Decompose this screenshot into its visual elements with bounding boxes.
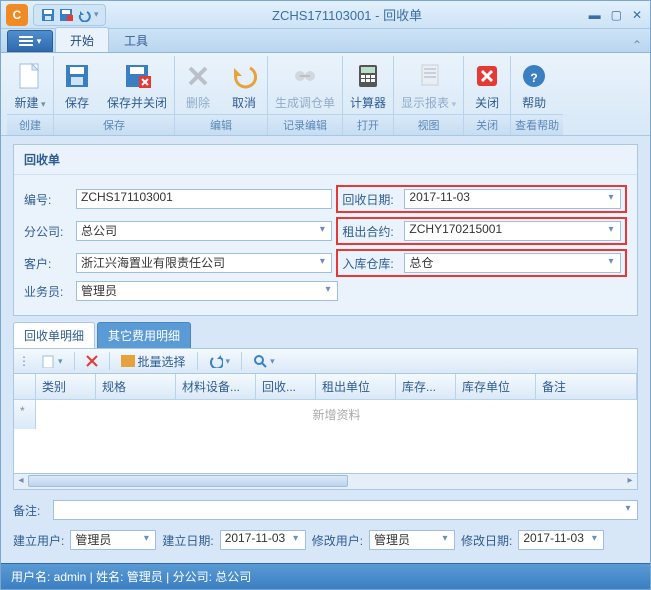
save-button[interactable]: 保存 bbox=[54, 56, 100, 114]
label-createuser: 建立用户: bbox=[13, 532, 64, 549]
app-menu-button[interactable]: ▾ bbox=[7, 30, 53, 52]
panel-title: 回收单 bbox=[14, 145, 637, 175]
save-close-icon[interactable] bbox=[58, 7, 74, 23]
close-window-button[interactable]: ✕ bbox=[632, 8, 642, 22]
grid-header: 类别 规格 材料设备... 回收... 租出单位 库存... 库存单位 备注 bbox=[14, 374, 637, 400]
footer-fields: 建立用户: 管理员▾ 建立日期: 2017-11-03▾ 修改用户: 管理员▾ … bbox=[13, 530, 638, 550]
help-button[interactable]: ?帮助 bbox=[511, 56, 557, 114]
group-save: 保存 bbox=[54, 114, 174, 135]
tab-detail-main[interactable]: 回收单明细 bbox=[13, 322, 95, 348]
group-view: 视图 bbox=[394, 114, 463, 135]
calc-button[interactable]: 计算器 bbox=[343, 56, 393, 114]
label-contract: 租出合约: bbox=[342, 223, 400, 240]
delete-row-button[interactable] bbox=[79, 351, 105, 371]
maximize-button[interactable]: ▢ bbox=[611, 8, 622, 22]
batch-select-button[interactable]: 批量选择 bbox=[114, 351, 193, 371]
group-edit: 编辑 bbox=[175, 114, 267, 135]
dropdown-icon[interactable]: ▾ bbox=[321, 284, 335, 298]
col-stockunit[interactable]: 库存单位 bbox=[456, 374, 536, 399]
col-material[interactable]: 材料设备... bbox=[176, 374, 256, 399]
input-date[interactable]: 2017-11-03▾ bbox=[404, 189, 621, 209]
scroll-right-icon[interactable]: ▸ bbox=[623, 474, 637, 488]
titlebar: C ▾ ZCHS171103001 - 回收单 ▬ ▢ ✕ bbox=[1, 1, 650, 29]
label-date: 回收日期: bbox=[342, 191, 400, 208]
dropdown-icon[interactable]: ▾ bbox=[604, 192, 618, 206]
dropdown-icon[interactable]: ▾ bbox=[315, 224, 329, 238]
tab-detail-other[interactable]: 其它费用明细 bbox=[97, 322, 191, 348]
dropdown-icon[interactable]: ▾ bbox=[621, 503, 635, 517]
ribbon: 新建 ▾ 创建 保存 保存并关闭 保存 删除 取消 编辑 生成调仓单 记录编辑 … bbox=[1, 53, 650, 136]
input-createuser[interactable]: 管理员▾ bbox=[70, 530, 156, 550]
group-create: 创建 bbox=[7, 114, 53, 135]
status-bar: 用户名: admin | 姓名: 管理员 | 分公司: 总公司 bbox=[1, 563, 650, 589]
scroll-thumb[interactable] bbox=[28, 475, 348, 487]
label-remark: 备注: bbox=[13, 502, 49, 519]
tab-start[interactable]: 开始 bbox=[55, 27, 109, 52]
col-category[interactable]: 类别 bbox=[36, 374, 96, 399]
col-remark[interactable]: 备注 bbox=[536, 374, 637, 399]
input-modifyuser[interactable]: 管理员▾ bbox=[369, 530, 455, 550]
col-spec[interactable]: 规格 bbox=[96, 374, 176, 399]
dropdown-icon[interactable]: ▾ bbox=[604, 256, 618, 270]
label-warehouse: 入库仓库: bbox=[342, 255, 400, 272]
add-row-button[interactable]: ▾ bbox=[34, 351, 70, 371]
show-report-button[interactable]: 显示报表 ▾ bbox=[394, 56, 463, 114]
detail-tabs: 回收单明细 其它费用明细 bbox=[13, 322, 638, 348]
undo-icon[interactable] bbox=[76, 7, 92, 23]
ribbon-tabs: ▾ 开始 工具 ⌃ bbox=[1, 29, 650, 53]
input-customer[interactable]: 浙江兴海置业有限责任公司▾ bbox=[76, 253, 332, 273]
col-rentunit[interactable]: 租出单位 bbox=[316, 374, 396, 399]
label-createdate: 建立日期: bbox=[162, 532, 213, 549]
input-clerk[interactable]: 管理员▾ bbox=[76, 281, 338, 301]
new-button[interactable]: 新建 ▾ bbox=[7, 56, 53, 114]
col-stock[interactable]: 库存... bbox=[396, 374, 456, 399]
close-button[interactable]: 关闭 bbox=[464, 56, 510, 114]
qat-dropdown-icon[interactable]: ▾ bbox=[94, 9, 99, 20]
delete-button[interactable]: 删除 bbox=[175, 56, 221, 114]
input-contract[interactable]: ZCHY170215001▾ bbox=[404, 221, 621, 241]
col-recycle[interactable]: 回收... bbox=[256, 374, 316, 399]
group-help: 查看帮助 bbox=[511, 114, 563, 135]
label-modifydate: 修改日期: bbox=[461, 532, 512, 549]
app-icon: C bbox=[6, 4, 28, 26]
detail-grid[interactable]: 类别 规格 材料设备... 回收... 租出单位 库存... 库存单位 备注 *… bbox=[13, 374, 638, 474]
search-button[interactable]: ▾ bbox=[246, 351, 282, 371]
grid-new-row[interactable]: 新增资料 bbox=[36, 400, 637, 429]
label-modifyuser: 修改用户: bbox=[312, 532, 363, 549]
save-icon[interactable] bbox=[40, 7, 56, 23]
input-warehouse[interactable]: 总仓▾ bbox=[404, 253, 621, 273]
dropdown-icon[interactable]: ▾ bbox=[604, 224, 618, 238]
svg-text:?: ? bbox=[530, 71, 537, 85]
cancel-button[interactable]: 取消 bbox=[221, 56, 267, 114]
grid-hscrollbar[interactable]: ◂ ▸ bbox=[13, 474, 638, 490]
grid-toolbar: ⋮ ▾ 批量选择 ▾ ▾ bbox=[13, 348, 638, 374]
window-title: ZCHS171103001 - 回收单 bbox=[106, 5, 589, 24]
ribbon-collapse-icon[interactable]: ⌃ bbox=[632, 38, 642, 52]
scroll-left-icon[interactable]: ◂ bbox=[14, 474, 28, 488]
toolbar-spacer-icon: ⋮ bbox=[18, 354, 30, 368]
input-createdate[interactable]: 2017-11-03▾ bbox=[220, 530, 306, 550]
group-close: 关闭 bbox=[464, 114, 510, 135]
label-clerk: 业务员: bbox=[24, 283, 72, 300]
input-no[interactable]: ZCHS171103001 bbox=[76, 189, 332, 209]
group-open: 打开 bbox=[343, 114, 393, 135]
refresh-button[interactable]: ▾ bbox=[202, 351, 238, 371]
form-panel: 回收单 编号: ZCHS171103001 回收日期: 2017-11-03▾ … bbox=[13, 144, 638, 316]
minimize-button[interactable]: ▬ bbox=[589, 8, 601, 22]
label-customer: 客户: bbox=[24, 255, 72, 272]
quick-access-toolbar: ▾ bbox=[33, 4, 106, 26]
input-remark[interactable]: ▾ bbox=[53, 500, 638, 520]
dropdown-icon[interactable]: ▾ bbox=[315, 256, 329, 270]
label-no: 编号: bbox=[24, 191, 72, 208]
input-modifydate[interactable]: 2017-11-03▾ bbox=[518, 530, 604, 550]
tab-tools[interactable]: 工具 bbox=[109, 27, 163, 52]
gen-transfer-button[interactable]: 生成调仓单 bbox=[268, 56, 342, 114]
save-close-button[interactable]: 保存并关闭 bbox=[100, 56, 174, 114]
label-branch: 分公司: bbox=[24, 223, 72, 240]
input-branch[interactable]: 总公司▾ bbox=[76, 221, 332, 241]
group-recedit: 记录编辑 bbox=[268, 114, 342, 135]
